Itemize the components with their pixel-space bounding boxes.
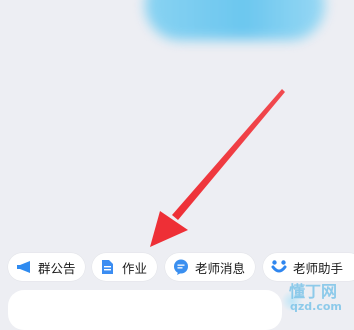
megaphone-icon [16, 259, 32, 275]
teacher-assistant-button[interactable]: 老师助手 [263, 253, 354, 281]
top-banner-blob [145, 0, 325, 40]
chat-bubble-icon [173, 259, 189, 275]
group-announcement-label: 群公告 [38, 260, 76, 276]
assistant-icon [271, 259, 287, 275]
watermark-text: 懂丁网 [289, 282, 338, 301]
homework-label: 作业 [121, 260, 147, 276]
group-announcement-button[interactable]: 群公告 [8, 253, 85, 281]
watermark-url: qzd.com [290, 300, 342, 313]
document-icon [100, 259, 116, 275]
teacher-messages-button[interactable]: 老师消息 [165, 253, 255, 281]
homework-button[interactable]: 作业 [92, 253, 157, 281]
teacher-messages-label: 老师消息 [195, 260, 246, 276]
watermark: 懂丁网 qzd.com [281, 278, 354, 318]
message-input[interactable] [8, 290, 282, 330]
teacher-assistant-label: 老师助手 [293, 260, 344, 276]
